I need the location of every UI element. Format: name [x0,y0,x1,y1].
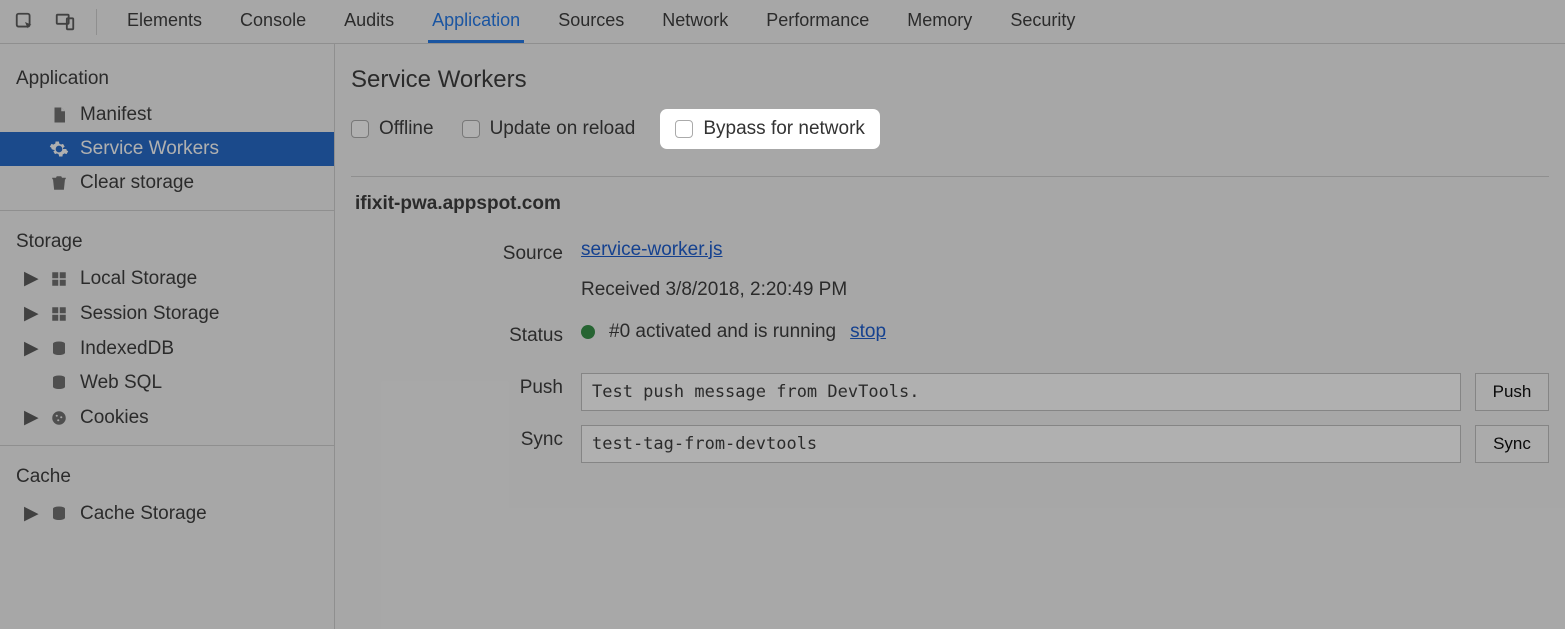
tab-sources[interactable]: Sources [554,0,628,43]
sync-input[interactable] [581,425,1461,463]
database-icon [48,339,70,359]
sidebar-item-cookies[interactable]: ▶ Cookies [0,400,334,435]
service-worker-options: Offline Update on reload Bypass for netw… [351,112,1549,146]
sidebar-item-label: Web SQL [80,372,162,394]
sidebar-item-manifest[interactable]: Manifest [0,98,334,132]
row-received: Received 3/8/2018, 2:20:49 PM [351,279,1549,301]
database-icon [48,373,70,393]
status-dot-icon [581,325,595,339]
sync-label: Sync [351,425,581,451]
sidebar-heading-application: Application [0,58,334,98]
tab-elements[interactable]: Elements [123,0,206,43]
sidebar-item-cache-storage[interactable]: ▶ Cache Storage [0,496,334,531]
tab-network[interactable]: Network [658,0,732,43]
bypass-for-network-option[interactable]: Bypass for network [663,112,877,146]
sidebar-heading-cache: Cache [0,456,334,496]
inspect-icon[interactable] [10,7,40,37]
divider [351,176,1549,177]
tab-memory[interactable]: Memory [903,0,976,43]
status-label: Status [351,321,581,347]
sidebar-separator [0,445,334,446]
source-link[interactable]: service-worker.js [581,239,722,261]
row-status: Status #0 activated and is running stop [351,321,1549,347]
tab-console[interactable]: Console [236,0,310,43]
database-icon [48,504,70,524]
sidebar-heading-storage: Storage [0,221,334,261]
sidebar-item-label: Cookies [80,407,149,429]
update-on-reload-checkbox[interactable] [462,120,480,138]
push-button[interactable]: Push [1475,373,1549,411]
tab-security[interactable]: Security [1006,0,1079,43]
divider [96,9,97,35]
file-icon [48,105,70,125]
sidebar-item-local-storage[interactable]: ▶ Local Storage [0,261,334,296]
main-pane: Service Workers Offline Update on reload… [335,44,1565,629]
sidebar-item-label: Service Workers [80,138,219,160]
sidebar-item-service-workers[interactable]: Service Workers [0,132,334,166]
device-toolbar-icon[interactable] [50,7,80,37]
caret-icon: ▶ [24,267,38,290]
tabs: Elements Console Audits Application Sour… [123,0,1079,43]
sidebar-separator [0,210,334,211]
cookie-icon [48,409,70,427]
sidebar-item-label: Manifest [80,104,152,126]
sidebar-item-label: Local Storage [80,268,197,290]
sidebar: Application Manifest Service Workers Cle… [0,44,335,629]
service-worker-origin: ifixit-pwa.appspot.com [355,193,1549,215]
row-push: Push Push [351,373,1549,411]
row-source: Source service-worker.js [351,239,1549,265]
row-sync: Sync Sync [351,425,1549,463]
sync-button[interactable]: Sync [1475,425,1549,463]
bypass-for-network-checkbox[interactable] [675,120,693,138]
push-label: Push [351,373,581,399]
push-input[interactable] [581,373,1461,411]
grid-icon [48,270,70,288]
caret-icon: ▶ [24,406,38,429]
page-title: Service Workers [351,66,1549,94]
tab-application[interactable]: Application [428,0,524,43]
received-text: Received 3/8/2018, 2:20:49 PM [581,279,1549,301]
offline-option[interactable]: Offline [351,118,434,140]
caret-icon: ▶ [24,302,38,325]
stop-link[interactable]: stop [850,321,886,343]
offline-checkbox[interactable] [351,120,369,138]
sidebar-item-indexeddb[interactable]: ▶ IndexedDB [0,331,334,366]
devtools-tabs-bar: Elements Console Audits Application Sour… [0,0,1565,44]
sidebar-item-label: Session Storage [80,303,219,325]
sidebar-item-web-sql[interactable]: Web SQL [0,366,334,400]
option-label: Update on reload [490,118,636,140]
tab-performance[interactable]: Performance [762,0,873,43]
caret-icon: ▶ [24,502,38,525]
sidebar-item-label: Clear storage [80,172,194,194]
sidebar-item-session-storage[interactable]: ▶ Session Storage [0,296,334,331]
sidebar-item-clear-storage[interactable]: Clear storage [0,166,334,200]
gear-icon [48,139,70,159]
trash-icon [48,173,70,193]
sidebar-item-label: Cache Storage [80,503,207,525]
grid-icon [48,305,70,323]
caret-icon: ▶ [24,337,38,360]
empty-label [351,279,581,283]
option-label: Offline [379,118,434,140]
status-text: #0 activated and is running [609,321,836,343]
source-label: Source [351,239,581,265]
update-on-reload-option[interactable]: Update on reload [462,118,636,140]
sidebar-item-label: IndexedDB [80,338,174,360]
option-label: Bypass for network [703,118,865,140]
tab-audits[interactable]: Audits [340,0,398,43]
